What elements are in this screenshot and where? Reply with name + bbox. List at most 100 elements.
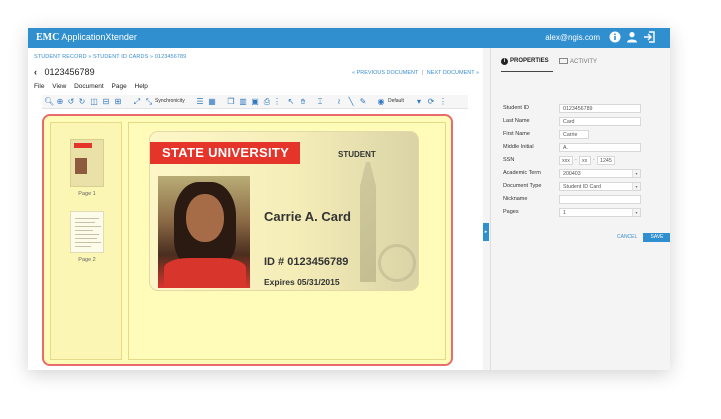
next-document-link[interactable]: NEXT DOCUMENT »: [427, 70, 479, 76]
print-icon[interactable]: ⎙: [262, 96, 272, 107]
card-expiration: Expires 05/31/2015: [264, 277, 340, 287]
university-name: STATE UNIVERSITY: [162, 145, 290, 160]
field-label-document-type: Document Type: [503, 183, 542, 189]
save-page-icon[interactable]: ▣: [250, 96, 260, 107]
first-name-field[interactable]: Carrie: [559, 130, 589, 139]
annotation-layer-select[interactable]: Default: [388, 98, 404, 104]
rotate-left-icon[interactable]: ↺: [66, 96, 76, 107]
list-view-icon[interactable]: ☰: [195, 96, 205, 107]
page-title: ‹ 0123456789: [34, 67, 95, 77]
info-icon: i: [501, 58, 508, 65]
refresh-icon[interactable]: ⟳: [426, 96, 436, 107]
middle-initial-field[interactable]: A.: [559, 143, 641, 152]
overflow-menu-icon[interactable]: ⋮: [438, 96, 448, 107]
top-bar: EMC ApplicationXtender alex@ngis.com: [28, 28, 670, 48]
lasso-icon[interactable]: ≀: [334, 96, 344, 107]
menu-page[interactable]: Page: [112, 83, 127, 90]
field-label-academic-term: Academic Term: [503, 170, 541, 176]
field-label-nickname: Nickname: [503, 196, 528, 202]
back-icon[interactable]: ‹: [34, 67, 37, 77]
logout-icon[interactable]: [642, 31, 656, 45]
student-id-card-image: STATE UNIVERSITY STUDENT Carrie A. Card …: [149, 131, 419, 291]
emc-logo: EMC: [36, 32, 60, 43]
chevron-down-icon: ▾: [632, 209, 640, 216]
menu-file[interactable]: File: [34, 83, 44, 90]
app-window: EMC ApplicationXtender alex@ngis.com STU…: [28, 28, 670, 370]
menu-view[interactable]: View: [52, 83, 66, 90]
chevron-down-icon: ▾: [632, 170, 640, 177]
last-name-field[interactable]: Card: [559, 117, 641, 126]
chevron-down-icon: ▾: [632, 183, 640, 190]
user-icon[interactable]: [625, 31, 639, 45]
zoom-in-icon[interactable]: ⊕: [55, 96, 65, 107]
dropdown-arrow-icon[interactable]: ▾: [414, 96, 424, 107]
tab-properties-label: PROPERTIES: [510, 58, 549, 64]
ssn-area-field[interactable]: xxx: [559, 156, 573, 165]
fit-page-icon[interactable]: ⊞: [113, 96, 123, 107]
document-type-select[interactable]: Student ID Card ▾: [559, 182, 641, 191]
menu-document[interactable]: Document: [74, 83, 104, 90]
thumbnail-photo: [75, 158, 87, 174]
ssn-group-field[interactable]: xx: [579, 156, 591, 165]
tab-activity-label: ACTIVITY: [570, 59, 598, 65]
field-label-ssn: SSN: [503, 157, 515, 163]
app-brand: EMC ApplicationXtender: [36, 32, 137, 43]
synchronicity-toggle[interactable]: Synchronicity: [155, 98, 185, 104]
activity-icon: [559, 58, 568, 64]
user-email[interactable]: alex@ngis.com: [545, 33, 600, 42]
expand-icon[interactable]: ⤢: [132, 96, 142, 107]
student-id-field[interactable]: 0123456789: [559, 104, 641, 113]
tab-properties[interactable]: i PROPERTIES: [501, 58, 549, 65]
thumbnail-strip: Page 1 Page 2: [50, 122, 122, 360]
app-name: ApplicationXtender: [61, 32, 137, 42]
document-title: 0123456789: [44, 67, 95, 77]
fit-width-icon[interactable]: ◫: [89, 96, 99, 107]
university-banner: STATE UNIVERSITY: [150, 142, 300, 164]
ssn-separator: -: [575, 157, 577, 163]
academic-term-select[interactable]: 200403 ▾: [559, 169, 641, 178]
document-viewer[interactable]: Page 1 Page 2 STATE UNIVERSITY STUDENT C…: [42, 114, 538, 366]
tab-activity[interactable]: ACTIVITY: [559, 58, 597, 65]
line-tool-icon[interactable]: ╲: [346, 96, 356, 107]
cancel-button[interactable]: CANCEL: [617, 234, 637, 240]
pen-icon[interactable]: ✎: [358, 96, 368, 107]
more-menu-icon[interactable]: ⋮: [272, 96, 282, 107]
save-button[interactable]: SAVE: [643, 233, 670, 242]
copy-icon[interactable]: ❐: [226, 96, 236, 107]
pointer-icon[interactable]: ↖: [286, 96, 296, 107]
student-photo: [158, 176, 250, 288]
student-label: STUDENT: [338, 150, 376, 159]
card-id-number: ID # 0123456789: [264, 256, 349, 268]
field-label-pages: Pages: [503, 209, 519, 215]
text-select-icon[interactable]: ⌶: [312, 96, 328, 107]
fit-height-icon[interactable]: ⊟: [101, 96, 111, 107]
ssn-serial-field[interactable]: 1245: [597, 156, 615, 165]
thumbnail-label: Page 2: [78, 257, 96, 263]
zoom-out-icon[interactable]: 🔍︎: [44, 96, 54, 107]
grid-view-icon[interactable]: ▦: [207, 96, 217, 107]
properties-panel: i PROPERTIES ACTIVITY Student ID 01234567…: [490, 48, 670, 370]
document-page[interactable]: STATE UNIVERSITY STUDENT Carrie A. Card …: [128, 122, 538, 360]
annotation-settings-icon[interactable]: ◉: [376, 96, 386, 107]
nickname-field[interactable]: [559, 195, 641, 204]
page-thumbnail-1[interactable]: [70, 139, 104, 187]
rotate-right-icon[interactable]: ↻: [77, 96, 87, 107]
pan-hand-icon[interactable]: ✋︎: [298, 96, 308, 107]
field-label-first-name: First Name: [503, 131, 530, 137]
info-icon[interactable]: [608, 31, 622, 45]
menu-help[interactable]: Help: [135, 83, 148, 90]
thumbnail-label: Page 1: [78, 191, 96, 197]
split-icon[interactable]: ▥: [238, 96, 248, 107]
menu-bar: File View Document Page Help: [34, 83, 154, 90]
active-tab-indicator: [501, 71, 553, 72]
panel-toggle-icon[interactable]: ▸: [483, 223, 489, 241]
university-seal-graphic: [378, 244, 416, 282]
document-navigation: « PREVIOUS DOCUMENT | NEXT DOCUMENT »: [352, 70, 479, 76]
breadcrumb[interactable]: STUDENT RECORD » STUDENT ID CARDS » 0123…: [34, 54, 186, 60]
document-area: STUDENT RECORD » STUDENT ID CARDS » 0123…: [28, 48, 538, 370]
previous-document-link[interactable]: « PREVIOUS DOCUMENT: [352, 70, 418, 76]
pages-select[interactable]: 1 ▾: [559, 208, 641, 217]
page-thumbnail-2[interactable]: [70, 211, 104, 253]
viewer-toolbar: 🔍︎ ⊕ ↺ ↻ ◫ ⊟ ⊞ ⤢ ⤡ Synchronicity ☰ ▦ ❐ ▥…: [42, 95, 468, 109]
collapse-icon[interactable]: ⤡: [144, 96, 154, 107]
